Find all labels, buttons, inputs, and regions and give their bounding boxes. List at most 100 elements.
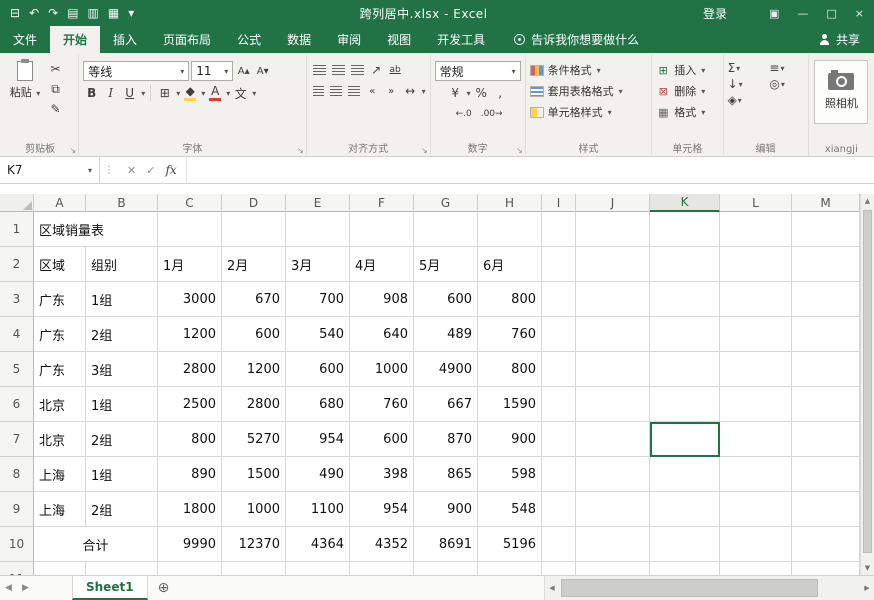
- percent-format-button[interactable]: %: [473, 84, 490, 102]
- cell-B2[interactable]: 组别: [86, 247, 158, 282]
- row-header-9[interactable]: 9: [0, 492, 34, 527]
- cell-K4[interactable]: [650, 317, 720, 352]
- font-dialog-launcher[interactable]: ↘: [297, 146, 304, 155]
- tab-数据[interactable]: 数据: [274, 26, 324, 53]
- enter-icon[interactable]: ✓: [146, 164, 155, 177]
- cell-A9[interactable]: 上海: [34, 492, 86, 527]
- cell-G3[interactable]: 600: [414, 282, 478, 317]
- tab-文件[interactable]: 文件: [0, 26, 50, 53]
- row-header-4[interactable]: 4: [0, 317, 34, 352]
- styles-item-0[interactable]: 条件格式▾: [530, 60, 648, 80]
- column-header-J[interactable]: J: [576, 194, 650, 212]
- vertical-scroll-thumb[interactable]: [863, 210, 872, 553]
- cell-J3[interactable]: [576, 282, 650, 317]
- cell-J9[interactable]: [576, 492, 650, 527]
- cell-C2[interactable]: 1月: [158, 247, 222, 282]
- cell-J4[interactable]: [576, 317, 650, 352]
- cell-H8[interactable]: 598: [478, 457, 542, 492]
- column-header-C[interactable]: C: [158, 194, 222, 212]
- column-header-E[interactable]: E: [286, 194, 350, 212]
- cell-H1[interactable]: [478, 212, 542, 247]
- cell-A11[interactable]: [34, 562, 86, 575]
- cell-D10[interactable]: 12370: [222, 527, 286, 562]
- cell-I5[interactable]: [542, 352, 576, 387]
- redo-icon[interactable]: ↷: [48, 6, 58, 20]
- cut-button[interactable]: ✂: [47, 60, 64, 78]
- cell-E4[interactable]: 540: [286, 317, 350, 352]
- name-box[interactable]: K7 ▾: [0, 157, 100, 183]
- cell-J2[interactable]: [576, 247, 650, 282]
- fill-button[interactable]: ↓▾: [728, 77, 762, 91]
- cell-M11[interactable]: [792, 562, 860, 575]
- cell-H4[interactable]: 760: [478, 317, 542, 352]
- table-icon[interactable]: ▤: [67, 6, 78, 20]
- italic-button[interactable]: I: [102, 84, 119, 102]
- merge-center-button[interactable]: ↔: [402, 82, 419, 100]
- cell-K6[interactable]: [650, 387, 720, 422]
- cell-G6[interactable]: 667: [414, 387, 478, 422]
- scroll-right-icon[interactable]: ▶: [860, 584, 874, 592]
- sign-in-button[interactable]: 登录: [703, 5, 727, 22]
- copy-button[interactable]: ⧉: [47, 80, 64, 98]
- cell-F6[interactable]: 760: [350, 387, 414, 422]
- cell-G9[interactable]: 900: [414, 492, 478, 527]
- column-header-B[interactable]: B: [86, 194, 158, 212]
- fill-color-button[interactable]: ◆: [182, 84, 198, 102]
- cell-M1[interactable]: [792, 212, 860, 247]
- cell-A7[interactable]: 北京: [34, 422, 86, 457]
- align-top-button[interactable]: [313, 65, 326, 75]
- close-button[interactable]: ×: [855, 7, 864, 20]
- cell-M4[interactable]: [792, 317, 860, 352]
- cell-A5[interactable]: 广东: [34, 352, 86, 387]
- cell-K2[interactable]: [650, 247, 720, 282]
- horizontal-scroll-thumb[interactable]: [561, 579, 818, 597]
- worksheet-icon[interactable]: ▥: [88, 6, 99, 20]
- column-header-I[interactable]: I: [542, 194, 576, 212]
- cell-C1[interactable]: [158, 212, 222, 247]
- format-cells-button[interactable]: ▦格式▾: [656, 102, 718, 122]
- tab-页面布局[interactable]: 页面布局: [150, 26, 224, 53]
- cell-G5[interactable]: 4900: [414, 352, 478, 387]
- cell-K3[interactable]: [650, 282, 720, 317]
- cell-M5[interactable]: [792, 352, 860, 387]
- column-header-M[interactable]: M: [792, 194, 860, 212]
- cell-L7[interactable]: [720, 422, 792, 457]
- underline-button[interactable]: U: [121, 84, 138, 102]
- cell-D9[interactable]: 1000: [222, 492, 286, 527]
- cell-I4[interactable]: [542, 317, 576, 352]
- cell-F10[interactable]: 4352: [350, 527, 414, 562]
- decrease-decimal-button[interactable]: .00→: [479, 105, 505, 123]
- cell-B7[interactable]: 2组: [86, 422, 158, 457]
- increase-indent-button[interactable]: »: [383, 82, 400, 100]
- cell-C10[interactable]: 9990: [158, 527, 222, 562]
- delete-cells-button[interactable]: ⊠删除▾: [656, 81, 718, 101]
- cell-L1[interactable]: [720, 212, 792, 247]
- cell-A6[interactable]: 北京: [34, 387, 86, 422]
- cell-H6[interactable]: 1590: [478, 387, 542, 422]
- cell-I2[interactable]: [542, 247, 576, 282]
- row-header-7[interactable]: 7: [0, 422, 34, 457]
- horizontal-scrollbar[interactable]: ◀ ▶: [544, 576, 874, 600]
- number-format-select[interactable]: 常规 ▾: [435, 61, 521, 81]
- decrease-font-size-button[interactable]: A▾: [254, 62, 271, 80]
- cell-C7[interactable]: 800: [158, 422, 222, 457]
- increase-decimal-button[interactable]: ←.0: [451, 105, 477, 123]
- cell-I8[interactable]: [542, 457, 576, 492]
- cell-K10[interactable]: [650, 527, 720, 562]
- cell-B11[interactable]: [86, 562, 158, 575]
- tab-插入[interactable]: 插入: [100, 26, 150, 53]
- phonetic-guide-button[interactable]: 文: [232, 84, 249, 102]
- scroll-down-icon[interactable]: ▼: [865, 561, 870, 575]
- customize-qat-caret-icon[interactable]: ▾: [128, 6, 134, 20]
- minimize-button[interactable]: —: [797, 7, 808, 20]
- cell-B5[interactable]: 3组: [86, 352, 158, 387]
- cell-J1[interactable]: [576, 212, 650, 247]
- save-icon[interactable]: ⊟: [10, 6, 20, 20]
- select-all-corner[interactable]: [0, 194, 34, 212]
- cell-J11[interactable]: [576, 562, 650, 575]
- currency-format-button[interactable]: ¥: [447, 84, 464, 102]
- cell-K5[interactable]: [650, 352, 720, 387]
- cell-A8[interactable]: 上海: [34, 457, 86, 492]
- cell-E9[interactable]: 1100: [286, 492, 350, 527]
- column-header-F[interactable]: F: [350, 194, 414, 212]
